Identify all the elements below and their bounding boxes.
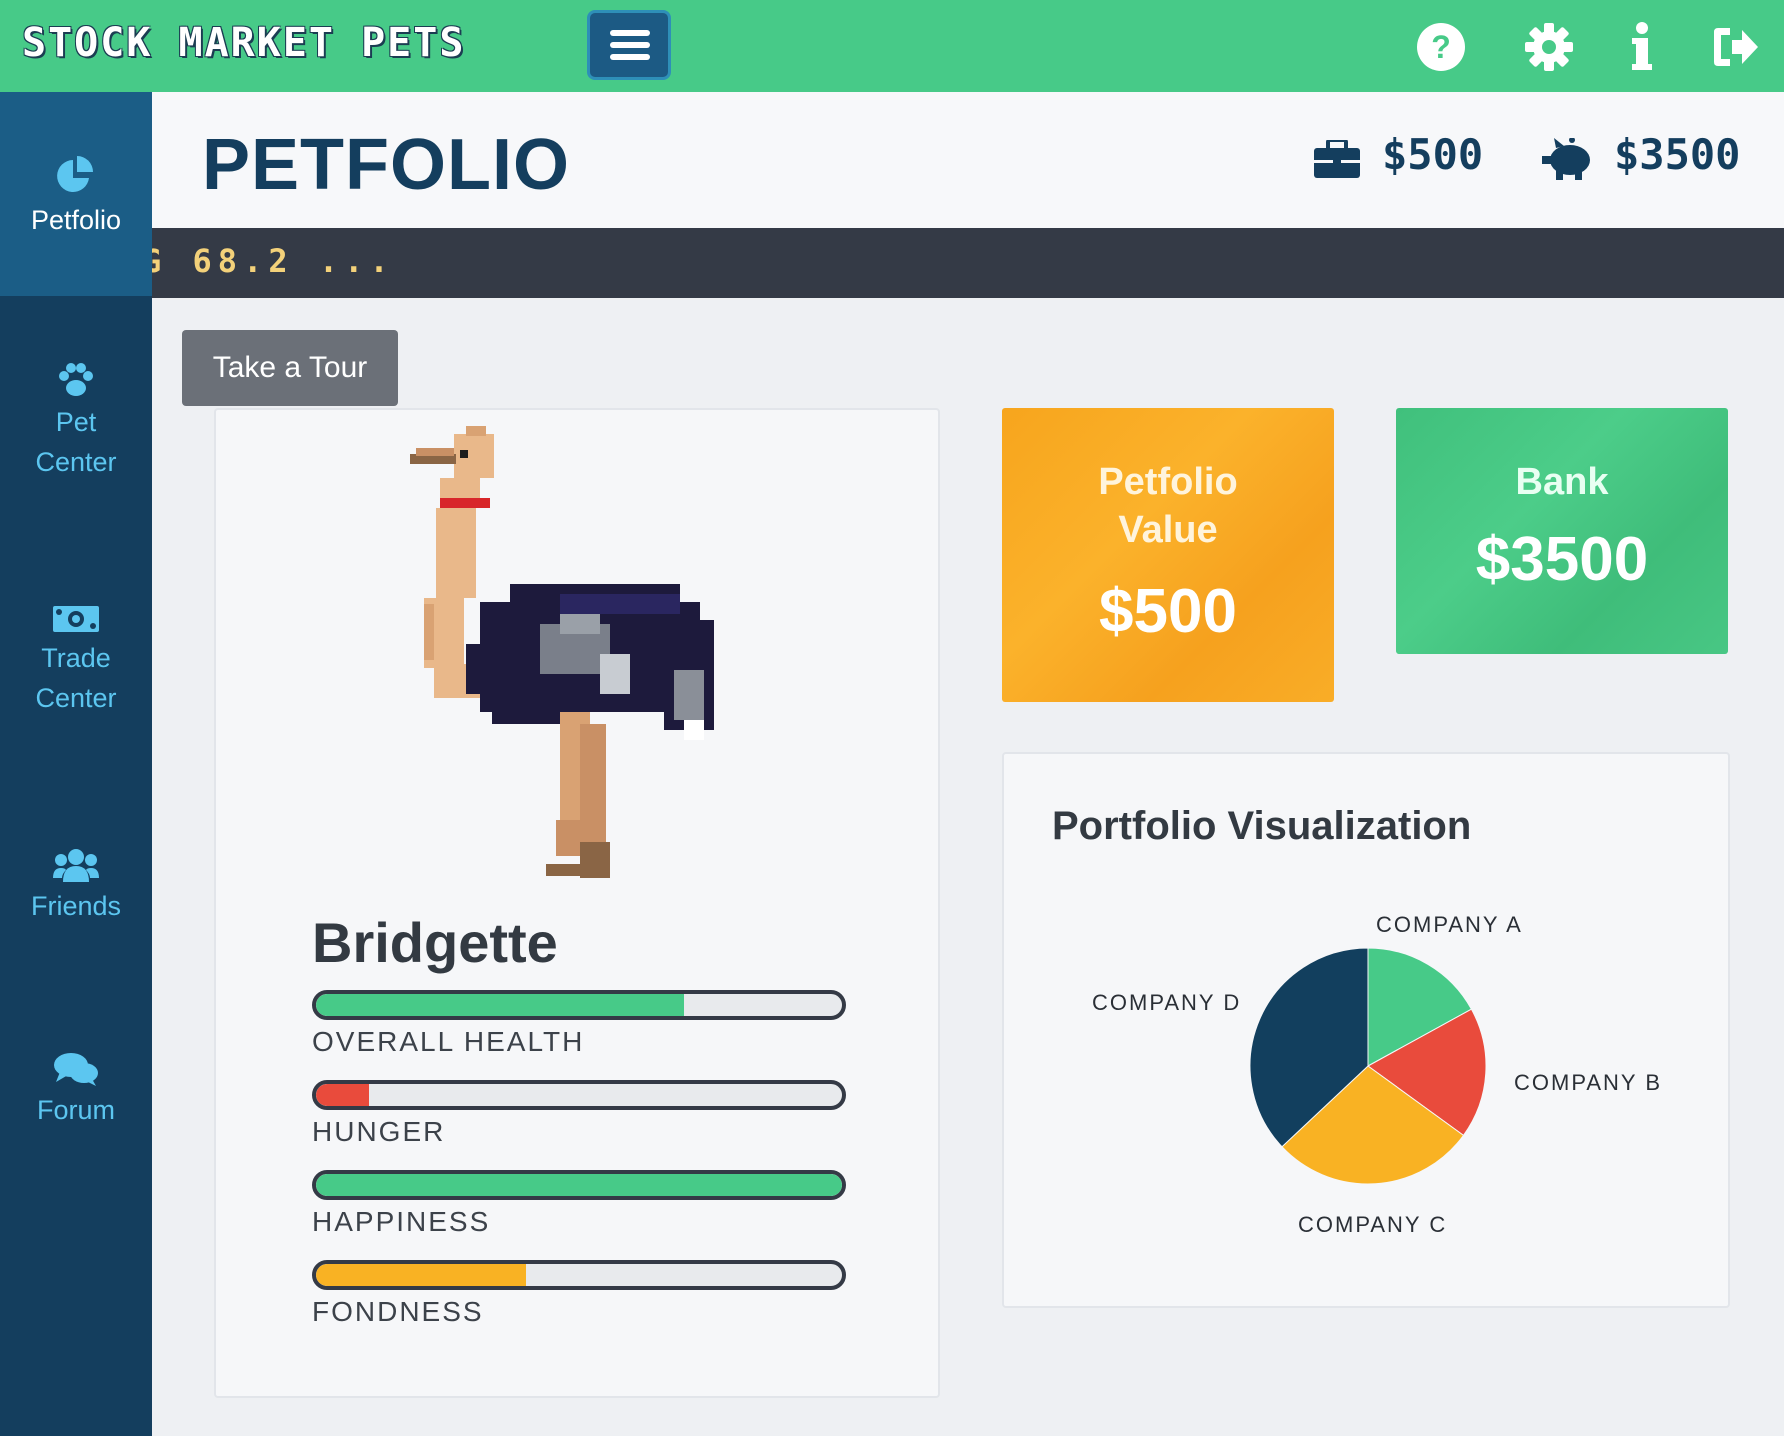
pie-chart-icon [57, 156, 93, 192]
portfolio-amount: $500 [1382, 130, 1484, 179]
sidebar-item-pet-center[interactable]: Pet Center [0, 362, 152, 482]
happiness-fill [316, 1174, 842, 1196]
happiness-bar [312, 1170, 846, 1200]
bank-amount: $3500 [1614, 130, 1741, 179]
svg-text:?: ? [1431, 29, 1451, 65]
pie-label-company-a: COMPANY A [1376, 912, 1523, 937]
bank-title: Bank [1515, 461, 1609, 503]
happiness-label: HAPPINESS [312, 1206, 491, 1237]
fondness-label: FONDNESS [312, 1296, 484, 1327]
hunger-bar [312, 1080, 846, 1110]
sidebar-item-label: Forum [36, 1095, 115, 1125]
sidebar-item-petfolio[interactable]: Petfolio [0, 92, 152, 296]
fondness-fill [316, 1264, 527, 1286]
sidebar-item-friends[interactable]: Friends [0, 848, 152, 926]
petfolio-value-title: Value [1118, 509, 1218, 551]
sidebar-item-forum[interactable]: Forum [0, 1052, 152, 1130]
pet-name: Bridgette [312, 911, 558, 974]
menu-toggle-button[interactable] [587, 10, 671, 80]
logout-icon[interactable] [1710, 22, 1760, 72]
users-icon [53, 849, 99, 882]
ostrich-pet-image [410, 426, 714, 878]
petfolio-value-amount: $500 [1099, 577, 1237, 646]
top-navbar: STOCK MARKET PETS ? [0, 0, 1784, 92]
bank-amount-display: $3500 [1475, 525, 1649, 594]
sidebar-item-label: Friends [30, 891, 122, 921]
pet-card: Bridgette OVERALL HEALTH HUNGER HAPPINES… [214, 408, 940, 1398]
page-header: PETFOLIO $500 $3500 [152, 92, 1784, 228]
fondness-bar [312, 1260, 846, 1290]
hamburger-line [610, 42, 650, 48]
briefcase-icon [1314, 140, 1360, 178]
hamburger-line [610, 54, 650, 60]
sidebar: Petfolio Pet Center Trade Center Friends… [0, 92, 152, 1436]
bank-card: Bank $3500 [1396, 408, 1728, 654]
pie-label-company-b: COMPANY B [1514, 1070, 1662, 1095]
viz-title: Portfolio Visualization [1052, 804, 1472, 848]
paw-icon [59, 363, 93, 396]
pie-label-company-d: COMPANY D [1092, 990, 1242, 1015]
sidebar-item-label: Trade Center [35, 643, 117, 713]
info-icon[interactable] [1618, 22, 1666, 72]
overall-health-label: OVERALL HEALTH [312, 1026, 585, 1057]
pie-label-company-c: COMPANY C [1298, 1212, 1448, 1237]
hamburger-line [610, 30, 650, 36]
stock-ticker: G 68.2 ... [152, 228, 1784, 298]
chat-icon [54, 1053, 98, 1086]
portfolio-pie-chart [1249, 947, 1487, 1185]
sidebar-item-label: Petfolio [30, 205, 122, 235]
hunger-label: HUNGER [312, 1116, 446, 1147]
settings-gear-icon[interactable] [1524, 22, 1574, 72]
take-a-tour-button[interactable]: Take a Tour [182, 330, 398, 406]
overall-health-bar [312, 990, 846, 1020]
sidebar-item-label: Pet Center [35, 407, 117, 477]
overall-health-fill [316, 994, 685, 1016]
help-icon[interactable]: ? [1416, 22, 1466, 72]
ticker-text: G 68.2 ... [152, 242, 395, 280]
petfolio-value-card: Petfolio Value $500 [1002, 408, 1334, 702]
hunger-fill [316, 1084, 369, 1106]
page-title: PETFOLIO [202, 125, 570, 205]
piggy-bank-icon [1542, 138, 1590, 180]
sidebar-item-trade-center[interactable]: Trade Center [0, 604, 152, 718]
portfolio-visualization-card: Portfolio Visualization COMPANY A COMPAN… [1002, 752, 1730, 1308]
money-icon [53, 606, 99, 632]
petfolio-value-title: Petfolio [1098, 461, 1238, 503]
app-logo[interactable]: STOCK MARKET PETS [22, 20, 465, 66]
